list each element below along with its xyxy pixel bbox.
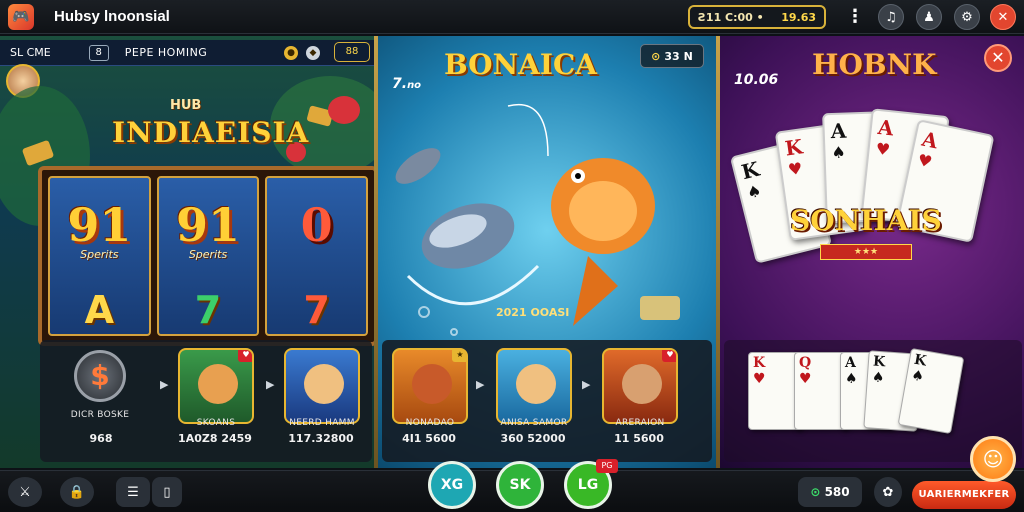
balance-label: Ƨ11 C:00 • [698,10,764,24]
game-tile[interactable]: ♥ [178,348,254,424]
tile-label: ARERAION [615,418,665,428]
reel-2: 91 Sperits 7 [156,176,260,336]
reel-subtext: Sperits [188,248,228,261]
character-icon [304,364,344,404]
tile-value: 4I1 5600 [402,432,456,445]
circle-badge: PG [596,459,618,473]
card-rank: K [872,353,886,371]
game-tile[interactable]: ★ [392,348,468,424]
hub-logo-text: INDIAEISIA [112,116,310,149]
sword-icon[interactable]: ⚔ [8,477,42,507]
tile-value: 11 5600 [614,432,664,445]
reel-3: 0 7 [265,176,369,336]
chat-fab-icon[interactable]: ☺ [970,436,1016,482]
tile-value: 1A0Z8 2459 [178,432,252,445]
game-tiles-left: $ DICR BOSKE 968 ▶ ♥ SKOANS 1A0Z8 2459 ▶… [40,340,372,462]
cards-plate: ★★★ [820,244,912,260]
card-rank: A [876,115,895,141]
tile-label: DICR BOSKE [70,410,130,420]
reel-bottom-symbol: 7 [303,288,330,332]
card-rank: A [830,118,847,144]
close-icon[interactable]: ✕ [990,4,1016,30]
card-rank: A [919,126,941,154]
settings-icon[interactable]: ⚙ [954,4,980,30]
character-icon [198,364,238,404]
arrow-right-icon: ▶ [582,378,591,391]
reel-bottom-symbol: 7 [194,288,222,332]
app-title: Hubsy lnoonsial [54,8,170,25]
character-icon [412,364,452,404]
tile-label: ANISA SAMOR [500,418,568,428]
cta-button[interactable]: UARIERMEKFER [912,481,1016,509]
hub-small-title: HUB [170,98,202,113]
gift-icon[interactable]: ✿ [874,477,902,507]
heart-icon: ♥ [915,150,934,172]
fishing-footer: 2021 OOASI [496,306,570,319]
fish-illustration [395,103,680,326]
hot-badge: ♥ [662,350,676,362]
balance-value: 19.63 [781,10,816,24]
tile-value: 117.32800 [288,432,354,445]
game-tile[interactable] [284,348,360,424]
close-icon[interactable]: ✕ [984,44,1012,72]
tile-label: SKOANS [196,418,236,428]
circle-button-1[interactable]: XG [428,461,476,509]
arrow-right-icon: ▶ [160,378,169,391]
cards-title: HOBNK [812,48,937,81]
card-rank: K [912,351,928,370]
reel-1: 91 Sperits A [48,176,151,336]
hot-badge: ♥ [238,350,252,362]
game-tile[interactable]: ♥ [602,348,678,424]
reel-symbol: 91 [67,198,132,252]
music-icon[interactable]: ♫ [878,4,904,30]
arrow-right-icon: ▶ [476,378,485,391]
cards-icon[interactable]: ▯ [152,477,182,507]
card-rank: A [845,355,856,371]
circle-button-label: LG [577,477,599,493]
star-badge: ★ [452,350,466,362]
balance-display[interactable]: Ƨ11 C:00 • 19.63 [688,5,826,29]
tile-value: 968 [89,432,113,445]
tile-value: 360 52000 [500,432,566,445]
circle-button-2[interactable]: SK [496,461,544,509]
reel-subtext: Sperits [80,248,119,261]
reel-symbol: 91 [176,198,241,252]
cards-banner: SONHAIS [790,204,942,237]
game-tiles-center: ★ NONADAO 4I1 5600 ▶ ANISA SAMOR 360 520… [382,340,712,462]
app-root: 🎮 Hubsy lnoonsial Ƨ11 C:00 • 19.63 ⋮ ♫ ♟… [0,0,1024,512]
dollar-coin-icon[interactable]: $ [74,350,126,402]
coins-button[interactable]: ⊙ 580 [798,477,862,507]
tile-label: NONADAO [405,418,455,428]
panel-time: 10.06 [734,72,779,88]
game-tile[interactable] [496,348,572,424]
card-rank: K [783,134,805,161]
bottom-bar: ⚔ 🔒 ☰ ▯ XG SK LG PG ⊙ 580 ✿ UARIERMEKFER [0,459,1024,512]
reel-bottom-symbol: A [84,288,115,332]
bubble [450,328,458,336]
character-icon [516,364,556,404]
lock-icon[interactable]: 🔒 [60,477,94,507]
reel-symbol: 0 [300,198,333,252]
coin-icon: ⊙ [810,485,825,499]
tile-label: NEERD HAMM [289,418,355,428]
bubble [418,306,430,318]
slot-reels[interactable]: 91 Sperits A 91 Sperits 7 0 7 [38,166,374,346]
coins-value: 580 [824,485,850,499]
list-icon[interactable]: ☰ [116,477,150,507]
app-logo-icon[interactable]: 🎮 [8,3,34,30]
card-rank: Q [799,355,812,371]
character-icon [622,364,662,404]
top-bar: 🎮 Hubsy lnoonsial Ƨ11 C:00 • 19.63 ⋮ ♫ ♟… [0,0,1024,34]
card-rank: K [753,355,766,371]
user-icon[interactable]: ♟ [916,4,942,30]
kebab-icon[interactable]: ⋮ [846,6,864,27]
arrow-right-icon: ▶ [266,378,275,391]
